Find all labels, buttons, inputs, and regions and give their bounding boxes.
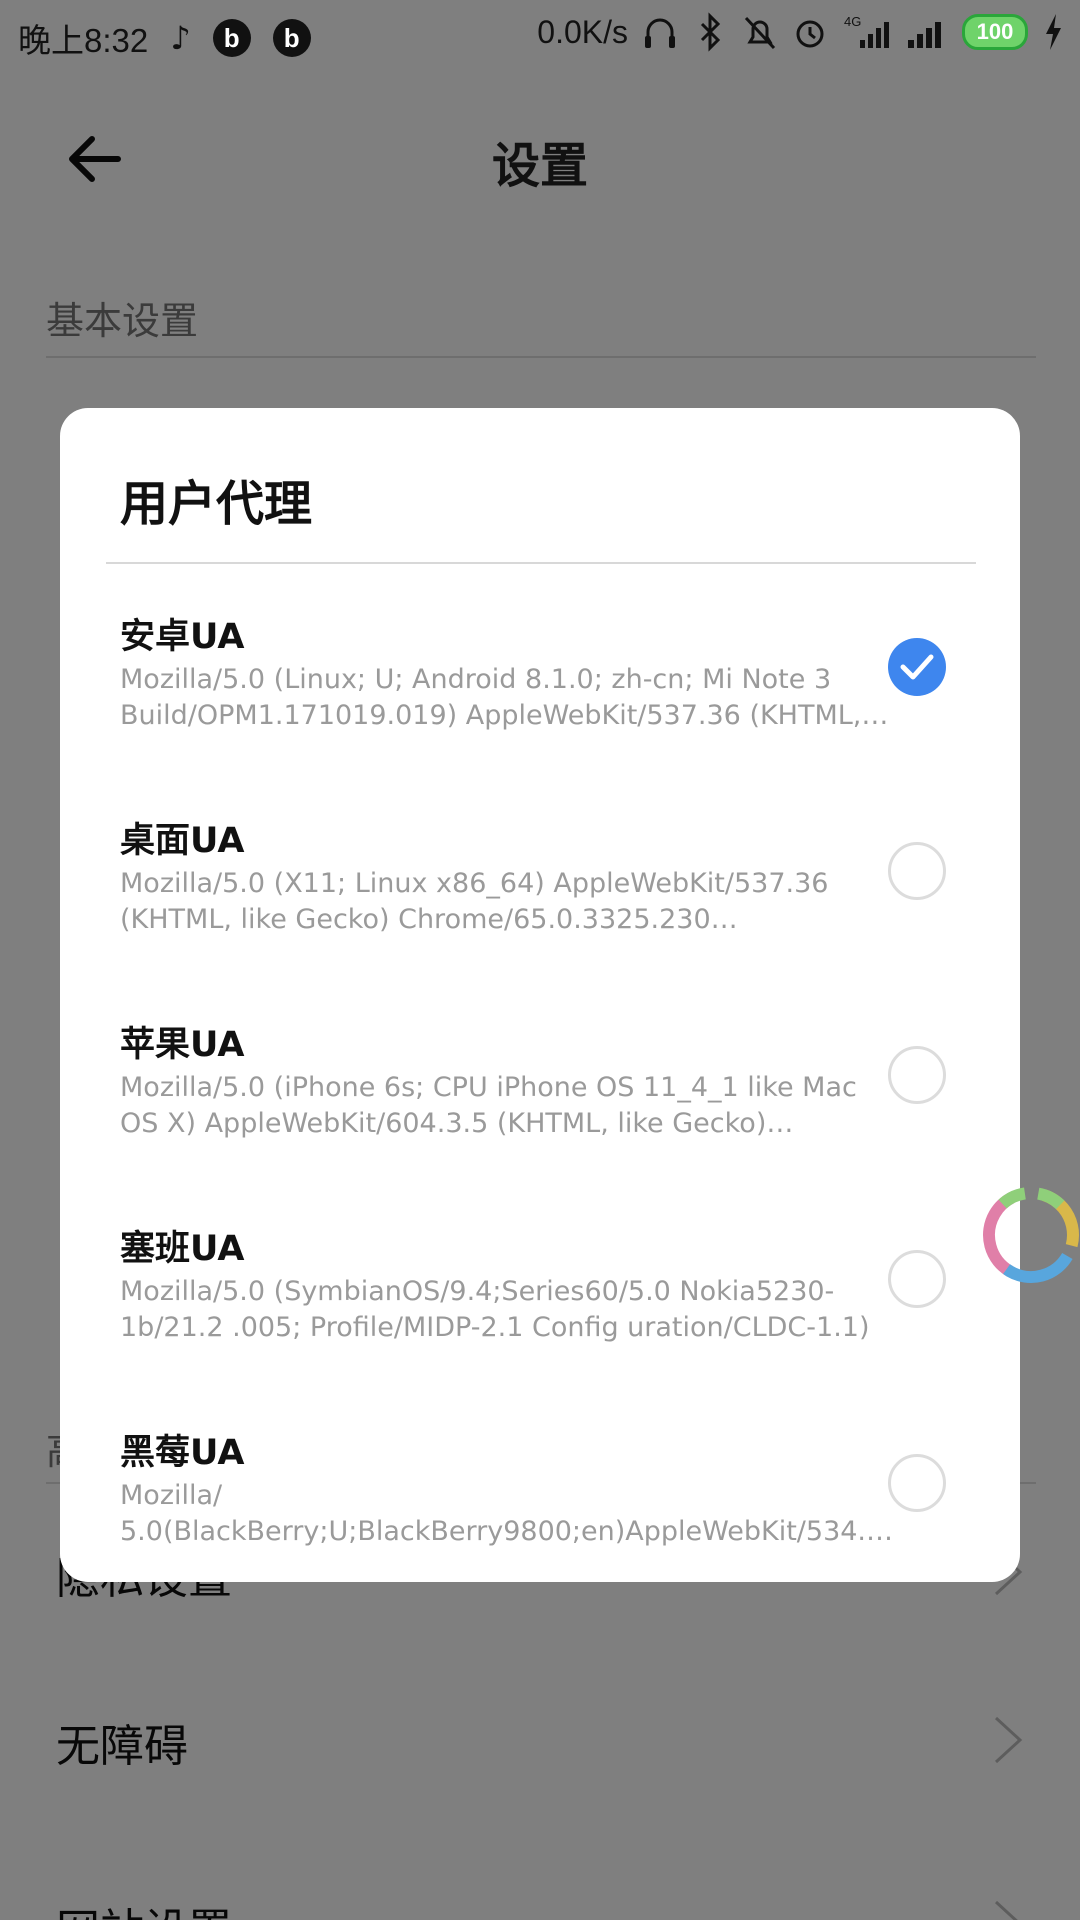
bluetooth-icon [700, 12, 721, 52]
option-ua-string: Mozilla/ 5.0(BlackBerry;U;BlackBerry9800… [120, 1480, 884, 1547]
mute-icon [744, 16, 776, 50]
battery-indicator: 100 [962, 14, 1028, 50]
option-android-ua[interactable]: 安卓UA Mozilla/5.0 (Linux; U; Android 8.1.… [60, 608, 1020, 812]
option-ua-string: Mozilla/5.0 (SymbianOS/9.4;Series60/5.0 … [120, 1276, 870, 1343]
option-name: 安卓UA [120, 617, 245, 657]
network-speed: 0.0K/s [537, 13, 628, 50]
signal-type-label: 4G [844, 14, 861, 29]
radio-unselected[interactable] [888, 1046, 946, 1104]
status-time: 晚上8:32 [18, 22, 149, 59]
option-blackberry-ua[interactable]: 黑莓UA Mozilla/ 5.0(BlackBerry;U;BlackBerr… [60, 1424, 1020, 1582]
option-ua-string: Mozilla/5.0 (X11; Linux x86_64) AppleWeb… [120, 868, 829, 935]
b-app-icon: b [272, 19, 311, 57]
user-agent-dialog: 用户代理 安卓UA Mozilla/5.0 (Linux; U; Android… [60, 408, 1020, 1582]
b-app-icon: b [212, 19, 251, 57]
option-desktop-ua[interactable]: 桌面UA Mozilla/5.0 (X11; Linux x86_64) App… [60, 812, 1020, 1016]
option-name: 苹果UA [120, 1025, 245, 1065]
radio-selected[interactable] [888, 638, 946, 696]
music-note-icon: ♪ [170, 19, 191, 57]
option-ua-string: Mozilla/5.0 (iPhone 6s; CPU iPhone OS 11… [120, 1072, 857, 1139]
signal-icon [908, 22, 941, 48]
checkmark-icon [900, 654, 934, 680]
dialog-title: 用户代理 [120, 476, 313, 532]
alarm-icon [796, 20, 824, 48]
radio-unselected[interactable] [888, 1250, 946, 1308]
signal-4g-icon: 4G [844, 14, 889, 48]
option-symbian-ua[interactable]: 塞班UA Mozilla/5.0 (SymbianOS/9.4;Series60… [60, 1220, 1020, 1424]
option-ua-string: Mozilla/5.0 (Linux; U; Android 8.1.0; zh… [120, 664, 862, 731]
headphones-icon [645, 18, 675, 48]
status-bar: 晚上8:32 ♪ b b 0.0K/s 4G 100 [0, 0, 1080, 74]
floating-ball-icon[interactable] [976, 1180, 1080, 1290]
option-apple-ua[interactable]: 苹果UA Mozilla/5.0 (iPhone 6s; CPU iPhone … [60, 1016, 1020, 1220]
radio-unselected[interactable] [888, 1454, 946, 1512]
option-name: 黑莓UA [120, 1433, 245, 1473]
radio-unselected[interactable] [888, 842, 946, 900]
option-name: 塞班UA [120, 1229, 245, 1269]
charging-bolt-icon [1046, 14, 1061, 50]
screen: 设置 基本设置 高 隐私设置 无障碍 网站设置 晚上8:32 ♪ b b 0.0… [0, 0, 1080, 1920]
dialog-divider [106, 562, 976, 564]
option-name: 桌面UA [120, 821, 245, 861]
